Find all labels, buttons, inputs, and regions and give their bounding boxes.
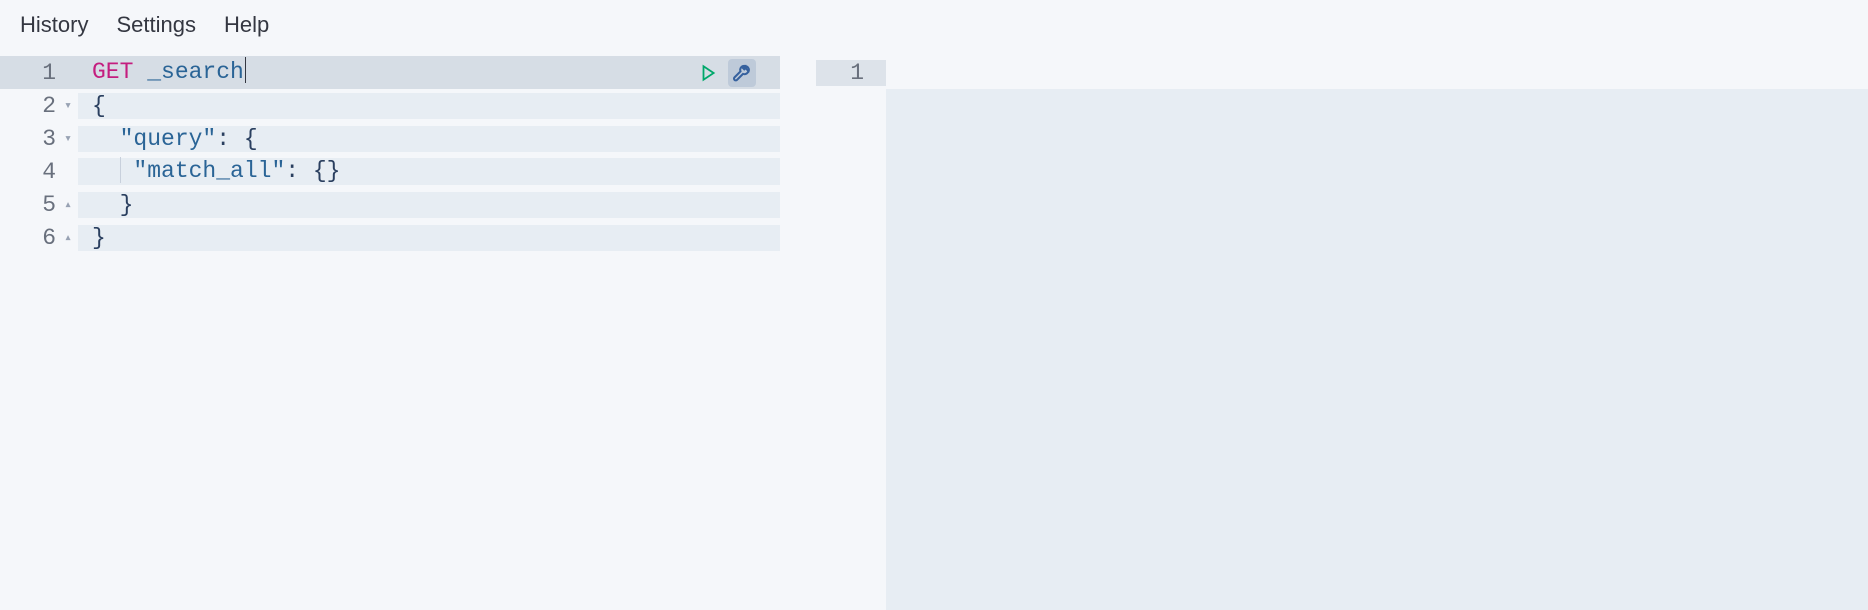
code-content[interactable]: "match_all": {} [78, 158, 780, 184]
request-editor[interactable]: 1GET _search2▾{3▾ "query": {4 "match_all… [0, 56, 780, 610]
code-content[interactable]: GET _search [78, 59, 780, 85]
gutter: 5▴ [0, 192, 78, 218]
editor-line[interactable]: 5▴ } [0, 188, 780, 221]
request-actions [694, 56, 756, 89]
menu-bar: History Settings Help [0, 0, 1868, 56]
output-line: 1 [816, 56, 1868, 89]
response-viewer: 1 [816, 56, 1868, 610]
menu-settings[interactable]: Settings [116, 12, 196, 38]
fold-toggle-icon[interactable]: ▴ [58, 197, 78, 212]
line-number: 1 [816, 60, 866, 86]
gutter: 6▴ [0, 225, 78, 251]
play-icon[interactable] [694, 59, 722, 87]
code-content[interactable]: "query": { [78, 126, 780, 152]
editor-line[interactable]: 3▾ "query": { [0, 122, 780, 155]
menu-history[interactable]: History [20, 12, 88, 38]
editor-line[interactable]: 4 "match_all": {} [0, 155, 780, 188]
request-editor-panel[interactable]: 1GET _search2▾{3▾ "query": {4 "match_all… [0, 56, 780, 610]
gutter: 3▾ [0, 126, 78, 152]
output-empty-area [816, 89, 1868, 610]
code-content[interactable]: { [78, 93, 780, 119]
line-number: 3 [12, 126, 58, 152]
fold-toggle-icon[interactable]: ▾ [58, 131, 78, 146]
line-number: 4 [12, 159, 58, 185]
line-number: 6 [12, 225, 58, 251]
line-number: 1 [12, 60, 58, 86]
wrench-icon[interactable] [728, 59, 756, 87]
menu-help[interactable]: Help [224, 12, 269, 38]
gutter: 1 [0, 60, 78, 86]
editor-line[interactable]: 6▴} [0, 221, 780, 254]
gutter: 1 [816, 60, 886, 86]
text-cursor [245, 57, 247, 83]
code-content[interactable]: } [78, 192, 780, 218]
editor-line[interactable]: 2▾{ [0, 89, 780, 122]
editor-empty-area[interactable] [0, 254, 780, 610]
editor-container: 1GET _search2▾{3▾ "query": {4 "match_all… [0, 56, 1868, 610]
code-content[interactable]: } [78, 225, 780, 251]
editor-line[interactable]: 1 GET _search [0, 56, 780, 89]
fold-toggle-icon[interactable]: ▾ [58, 98, 78, 113]
gutter: 4 [0, 159, 78, 185]
gutter: 2▾ [0, 93, 78, 119]
response-panel[interactable]: 1 [816, 56, 1868, 610]
line-number: 5 [12, 192, 58, 218]
line-number: 2 [12, 93, 58, 119]
fold-toggle-icon[interactable]: ▴ [58, 230, 78, 245]
